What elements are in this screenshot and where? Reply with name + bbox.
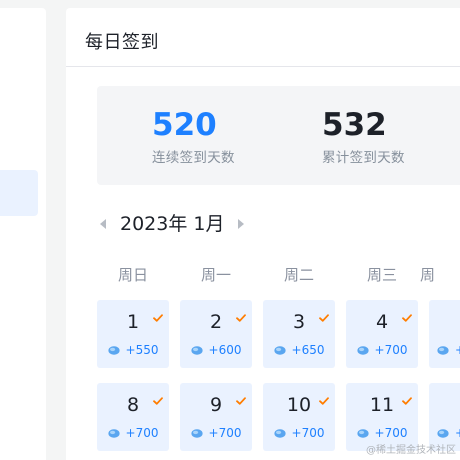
day-points-value: +650 [291, 343, 325, 357]
day-points: +700 [437, 426, 460, 440]
calendar-day[interactable]: 10 +700 [263, 383, 335, 451]
panel-header: 每日签到 [66, 8, 460, 67]
stat-total: 532 累计签到天数 [322, 106, 405, 166]
watermark: @稀土掘金技术社区 [366, 445, 456, 456]
stat-consecutive-value: 520 [152, 107, 217, 143]
ore-icon [437, 427, 449, 438]
ore-icon [356, 344, 369, 355]
month-label: 2023年 1月 [120, 213, 225, 235]
day-points: +700 [437, 343, 460, 357]
stat-consecutive: 520 连续签到天数 [152, 106, 235, 166]
check-icon [402, 307, 412, 322]
weekday-tue: 周二 [283, 266, 314, 284]
calendar-day[interactable]: 2 +600 [180, 300, 252, 368]
day-points: +700 [180, 426, 252, 440]
day-points: +600 [180, 343, 252, 357]
calendar-day[interactable]: 4 +700 [346, 300, 418, 368]
app-root: 每日签到 520 连续签到天数 532 累计签到天数 2023年 1月 周日 周… [0, 0, 460, 460]
check-icon [236, 307, 246, 322]
calendar-day-partial[interactable]: +700 [429, 300, 460, 368]
day-points-value: +700 [455, 426, 460, 440]
check-icon [236, 390, 246, 405]
ore-icon [190, 427, 203, 438]
stat-total-label: 累计签到天数 [322, 150, 405, 166]
stat-total-value: 532 [322, 107, 387, 143]
day-points-value: +700 [455, 343, 460, 357]
weekday-sun: 周日 [117, 266, 148, 284]
ore-icon [107, 344, 120, 355]
ore-icon [190, 344, 203, 355]
ore-icon [107, 427, 120, 438]
check-icon [402, 390, 412, 405]
page-title: 每日签到 [85, 32, 159, 53]
ore-icon [356, 427, 369, 438]
stats-box: 520 连续签到天数 532 累计签到天数 [97, 86, 460, 185]
day-points-value: +700 [374, 426, 408, 440]
day-points-value: +600 [208, 343, 242, 357]
day-points: +550 [97, 343, 169, 357]
day-points-value: +700 [208, 426, 242, 440]
day-points: +700 [97, 426, 169, 440]
sidebar [0, 8, 46, 460]
day-points-value: +700 [125, 426, 159, 440]
day-points: +700 [263, 426, 335, 440]
ore-icon [273, 427, 286, 438]
sidebar-item-active[interactable] [0, 170, 38, 216]
check-icon [319, 307, 329, 322]
check-icon [319, 390, 329, 405]
day-points-value: +700 [291, 426, 325, 440]
calendar-day[interactable]: 9 +700 [180, 383, 252, 451]
day-points-value: +700 [374, 343, 408, 357]
day-points: +700 [346, 343, 418, 357]
weekday-mon: 周一 [200, 266, 231, 284]
ore-icon [437, 344, 449, 355]
caret-right-icon[interactable] [238, 219, 244, 229]
ore-icon [273, 344, 286, 355]
calendar-day[interactable]: 1 +550 [97, 300, 169, 368]
weekday-wed: 周三 [366, 266, 397, 284]
day-points: +700 [346, 426, 418, 440]
check-icon [153, 307, 163, 322]
calendar-day[interactable]: 3 +650 [263, 300, 335, 368]
check-icon [153, 390, 163, 405]
stat-consecutive-label: 连续签到天数 [152, 150, 235, 166]
day-points-value: +550 [125, 343, 159, 357]
calendar-day[interactable]: 8 +700 [97, 383, 169, 451]
caret-left-icon[interactable] [100, 219, 106, 229]
weekday-thu-partial: 周 [420, 266, 436, 284]
day-points: +650 [263, 343, 335, 357]
